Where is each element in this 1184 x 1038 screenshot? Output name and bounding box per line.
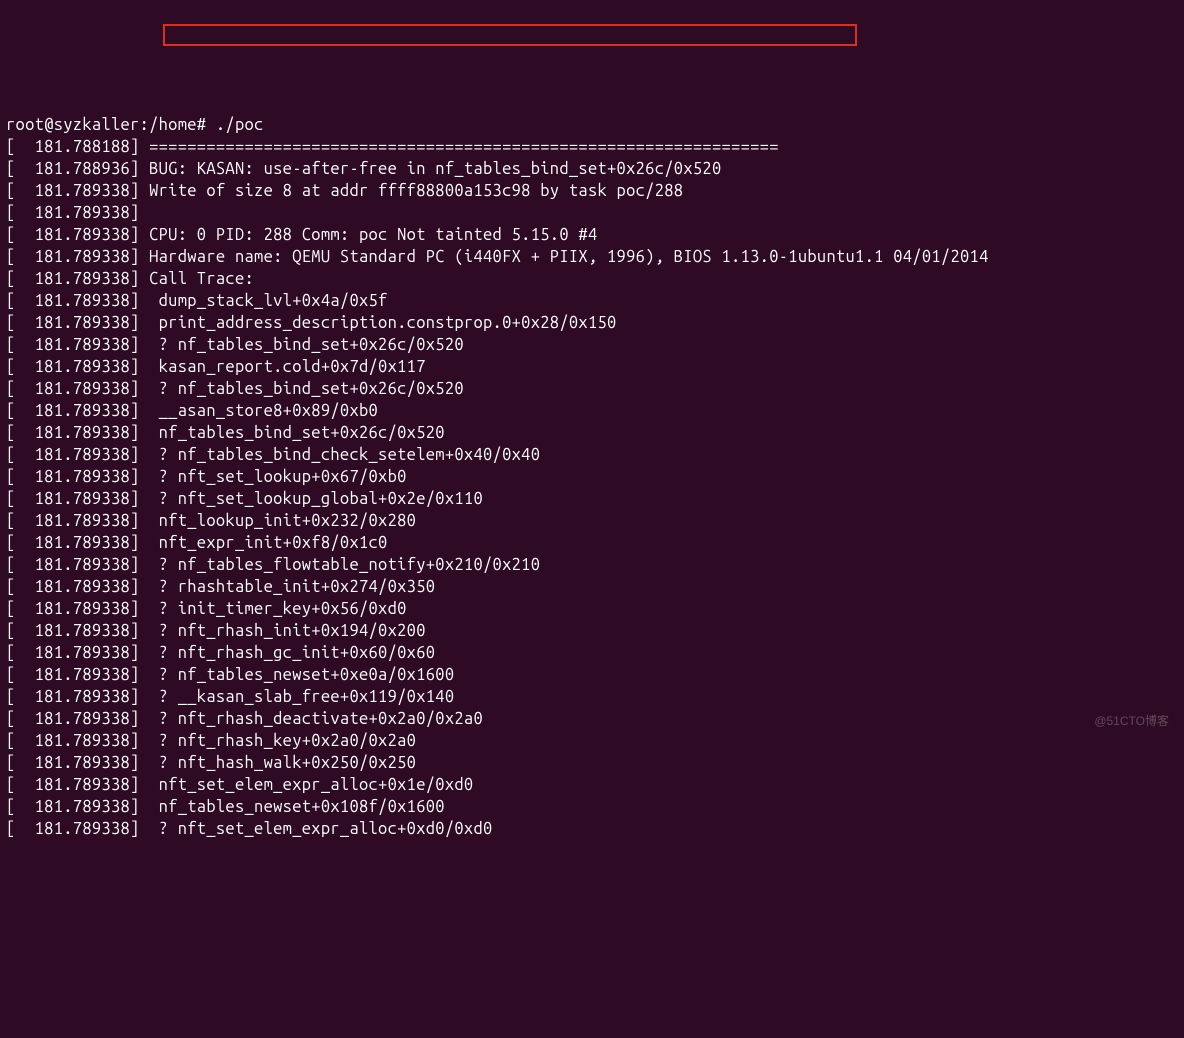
log-line: [ 181.789338] ? nft_set_lookup_global+0x… [6,488,1178,510]
log-line: [ 181.789338] Hardware name: QEMU Standa… [6,246,1178,268]
log-line: [ 181.789338] [6,202,1178,224]
log-line: [ 181.789338] ? nft_rhash_gc_init+0x60/0… [6,642,1178,664]
prompt-line: root@syzkaller:/home# ./poc [6,114,1178,136]
log-line: [ 181.789338] Write of size 8 at addr ff… [6,180,1178,202]
log-line: [ 181.789338] print_address_description.… [6,312,1178,334]
highlight-annotation [163,24,857,46]
log-line: [ 181.789338] nf_tables_newset+0x108f/0x… [6,796,1178,818]
log-line: [ 181.789338] ? nf_tables_flowtable_noti… [6,554,1178,576]
log-line: [ 181.789338] ? nft_hash_walk+0x250/0x25… [6,752,1178,774]
kernel-log: [ 181.788188] ==========================… [6,136,1178,840]
log-line: [ 181.789338] ? nf_tables_bind_set+0x26c… [6,334,1178,356]
log-line: [ 181.789338] ? nft_set_elem_expr_alloc+… [6,818,1178,840]
log-line: [ 181.789338] ? nft_rhash_init+0x194/0x2… [6,620,1178,642]
log-line: [ 181.789338] kasan_report.cold+0x7d/0x1… [6,356,1178,378]
log-line: [ 181.789338] nft_lookup_init+0x232/0x28… [6,510,1178,532]
watermark: @51CTO博客 [1094,710,1169,732]
log-line: [ 181.789338] ? nf_tables_bind_set+0x26c… [6,378,1178,400]
log-line: [ 181.789338] nft_set_elem_expr_alloc+0x… [6,774,1178,796]
log-line: [ 181.789338] ? init_timer_key+0x56/0xd0 [6,598,1178,620]
log-line: [ 181.789338] ? nft_set_lookup+0x67/0xb0 [6,466,1178,488]
log-line: [ 181.789338] CPU: 0 PID: 288 Comm: poc … [6,224,1178,246]
log-line: [ 181.789338] __asan_store8+0x89/0xb0 [6,400,1178,422]
log-line: [ 181.788188] ==========================… [6,136,1178,158]
log-line: [ 181.789338] Call Trace: [6,268,1178,290]
log-line: [ 181.789338] ? __kasan_slab_free+0x119/… [6,686,1178,708]
log-line: [ 181.789338] ? rhashtable_init+0x274/0x… [6,576,1178,598]
log-line: [ 181.788936] BUG: KASAN: use-after-free… [6,158,1178,180]
log-line: [ 181.789338] ? nf_tables_bind_check_set… [6,444,1178,466]
log-line: [ 181.789338] nf_tables_bind_set+0x26c/0… [6,422,1178,444]
log-line: [ 181.789338] ? nf_tables_newset+0xe0a/0… [6,664,1178,686]
terminal-output[interactable]: root@syzkaller:/home# ./poc[ 181.788188]… [6,92,1178,840]
log-line: [ 181.789338] ? nft_rhash_deactivate+0x2… [6,708,1178,730]
log-line: [ 181.789338] nft_expr_init+0xf8/0x1c0 [6,532,1178,554]
log-line: [ 181.789338] ? nft_rhash_key+0x2a0/0x2a… [6,730,1178,752]
log-line: [ 181.789338] dump_stack_lvl+0x4a/0x5f [6,290,1178,312]
